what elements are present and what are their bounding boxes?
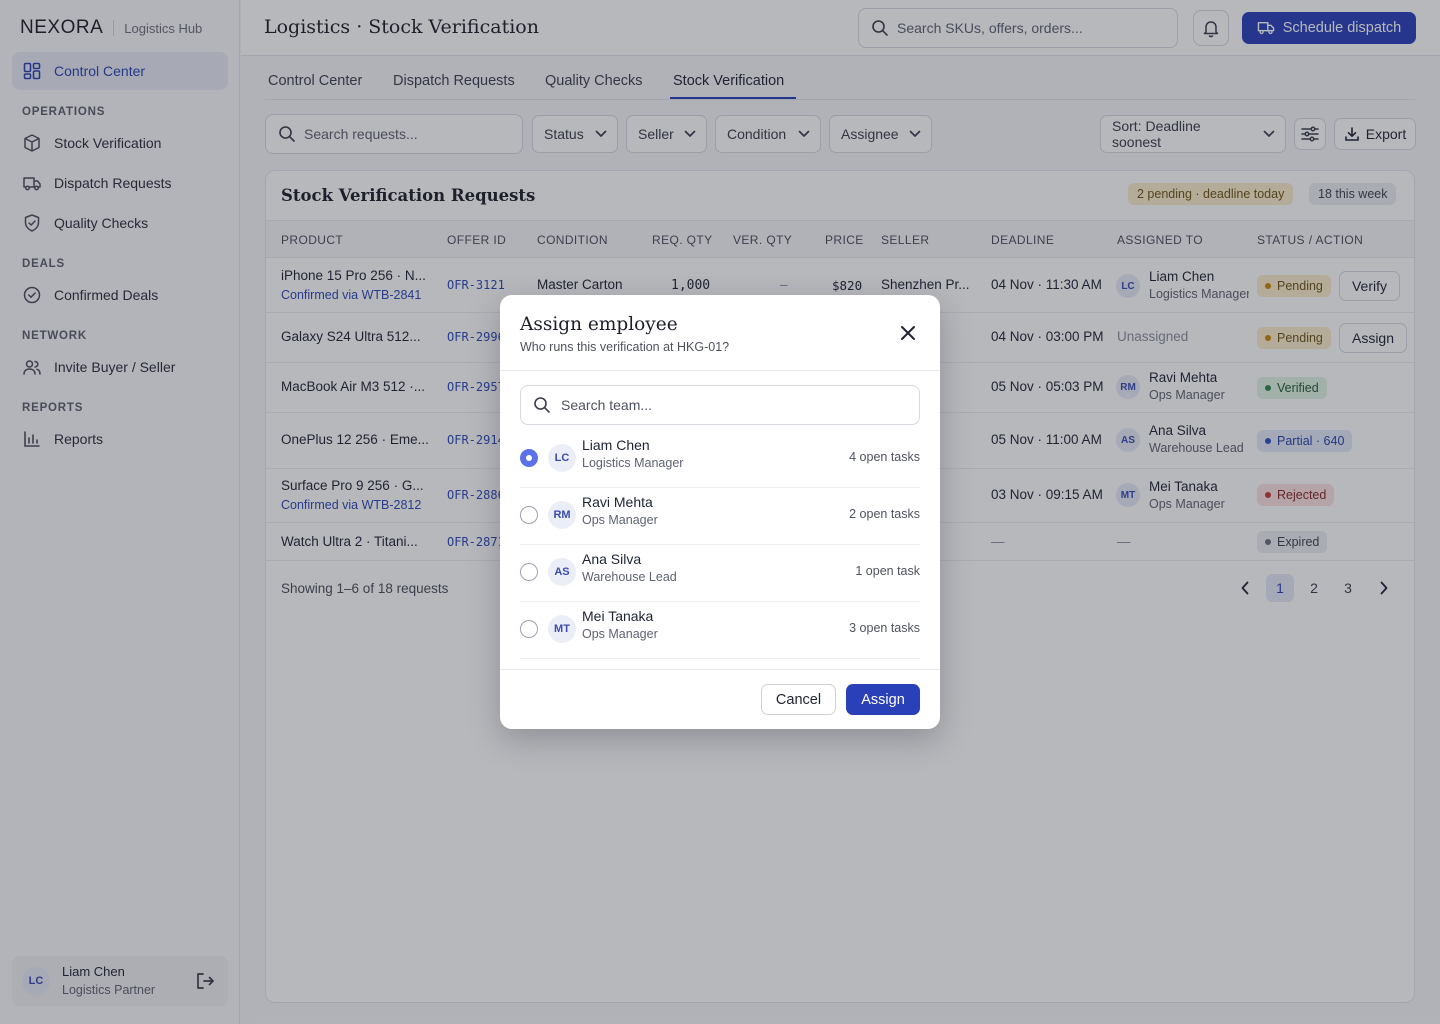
team-search-input[interactable]: Search team... [520,385,920,425]
employee-option-mei-tanaka[interactable]: MT Mei Tanaka Ops Manager 3 open tasks [520,602,920,659]
dialog-divider [500,370,940,371]
employee-name: Mei Tanaka [582,608,654,624]
dialog-subtitle: Who runs this verification at HKG-01? [520,340,730,354]
radio-unselected[interactable] [520,563,538,581]
avatar: AS [548,558,576,586]
employee-name: Liam Chen [582,437,650,453]
radio-unselected[interactable] [520,620,538,638]
employee-role: Ops Manager [582,513,658,527]
employee-task-count: 1 open task [855,564,920,578]
team-search-placeholder: Search team... [561,397,653,413]
dialog-title: Assign employee [520,314,678,335]
employee-name: Ana Silva [582,551,642,567]
avatar: MT [548,615,576,643]
assign-employee-dialog: Assign employee Who runs this verificati… [500,295,940,729]
avatar: RM [548,501,576,529]
close-icon[interactable] [898,323,918,343]
radio-selected[interactable] [520,449,538,467]
employee-name: Ravi Mehta [582,494,653,510]
cancel-button[interactable]: Cancel [761,684,836,715]
radio-unselected[interactable] [520,506,538,524]
employee-task-count: 4 open tasks [849,450,920,464]
employee-role: Warehouse Lead [582,570,677,584]
employee-task-count: 2 open tasks [849,507,920,521]
employee-option-ravi-mehta[interactable]: RM Ravi Mehta Ops Manager 2 open tasks [520,488,920,545]
search-icon [534,397,550,413]
assign-confirm-button[interactable]: Assign [846,684,920,715]
employee-task-count: 3 open tasks [849,621,920,635]
employee-role: Logistics Manager [582,456,684,470]
employee-option-liam-chen[interactable]: LC Liam Chen Logistics Manager 4 open ta… [520,431,920,488]
avatar: LC [548,444,576,472]
dialog-footer-divider [500,669,940,670]
employee-option-ana-silva[interactable]: AS Ana Silva Warehouse Lead 1 open task [520,545,920,602]
employee-role: Ops Manager [582,627,658,641]
